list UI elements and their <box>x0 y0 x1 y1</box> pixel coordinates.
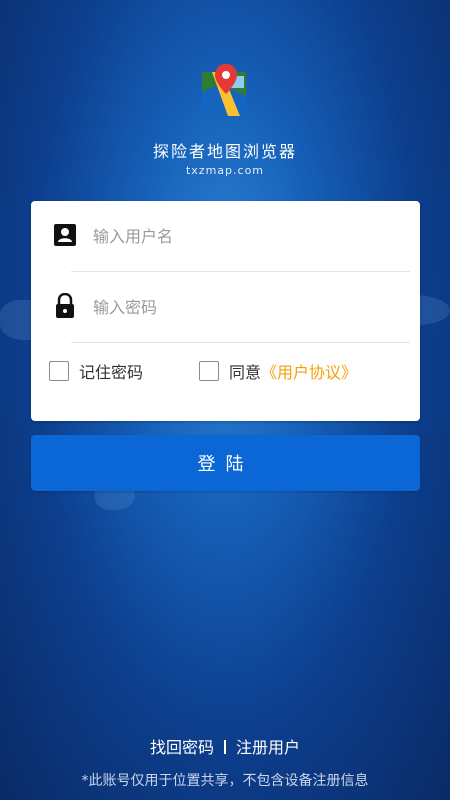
remember-password-option[interactable]: 记住密码 <box>49 356 143 386</box>
username-row <box>31 201 420 271</box>
username-input[interactable] <box>91 219 395 253</box>
agree-terms-option[interactable]: 同意 《用户协议》 <box>199 356 357 386</box>
link-separator <box>224 740 226 754</box>
login-form: 记住密码 同意 《用户协议》 <box>31 201 420 421</box>
forgot-password-link[interactable]: 找回密码 <box>150 738 214 757</box>
user-card-icon <box>54 224 76 246</box>
map-pin-logo-icon <box>202 64 246 116</box>
lock-icon <box>56 293 74 318</box>
app-domain: txzmap.com <box>185 164 265 177</box>
agree-label: 同意 <box>229 363 262 382</box>
password-input[interactable] <box>91 290 395 324</box>
remember-password-checkbox[interactable] <box>49 361 69 381</box>
remember-password-label: 记住密码 <box>79 363 144 382</box>
login-button[interactable]: 登陆 <box>31 435 420 491</box>
agree-terms-checkbox[interactable] <box>199 361 219 381</box>
footer-links: 找回密码 注册用户 <box>0 734 450 758</box>
app-title: 探险者地图浏览器 <box>152 142 297 161</box>
field-divider <box>71 342 410 343</box>
password-row <box>31 272 420 342</box>
user-agreement-link[interactable]: 《用户协议》 <box>261 359 357 383</box>
disclaimer-text: *此账号仅用于位置共享，不包含设备注册信息 <box>81 773 369 789</box>
register-link[interactable]: 注册用户 <box>236 738 300 757</box>
